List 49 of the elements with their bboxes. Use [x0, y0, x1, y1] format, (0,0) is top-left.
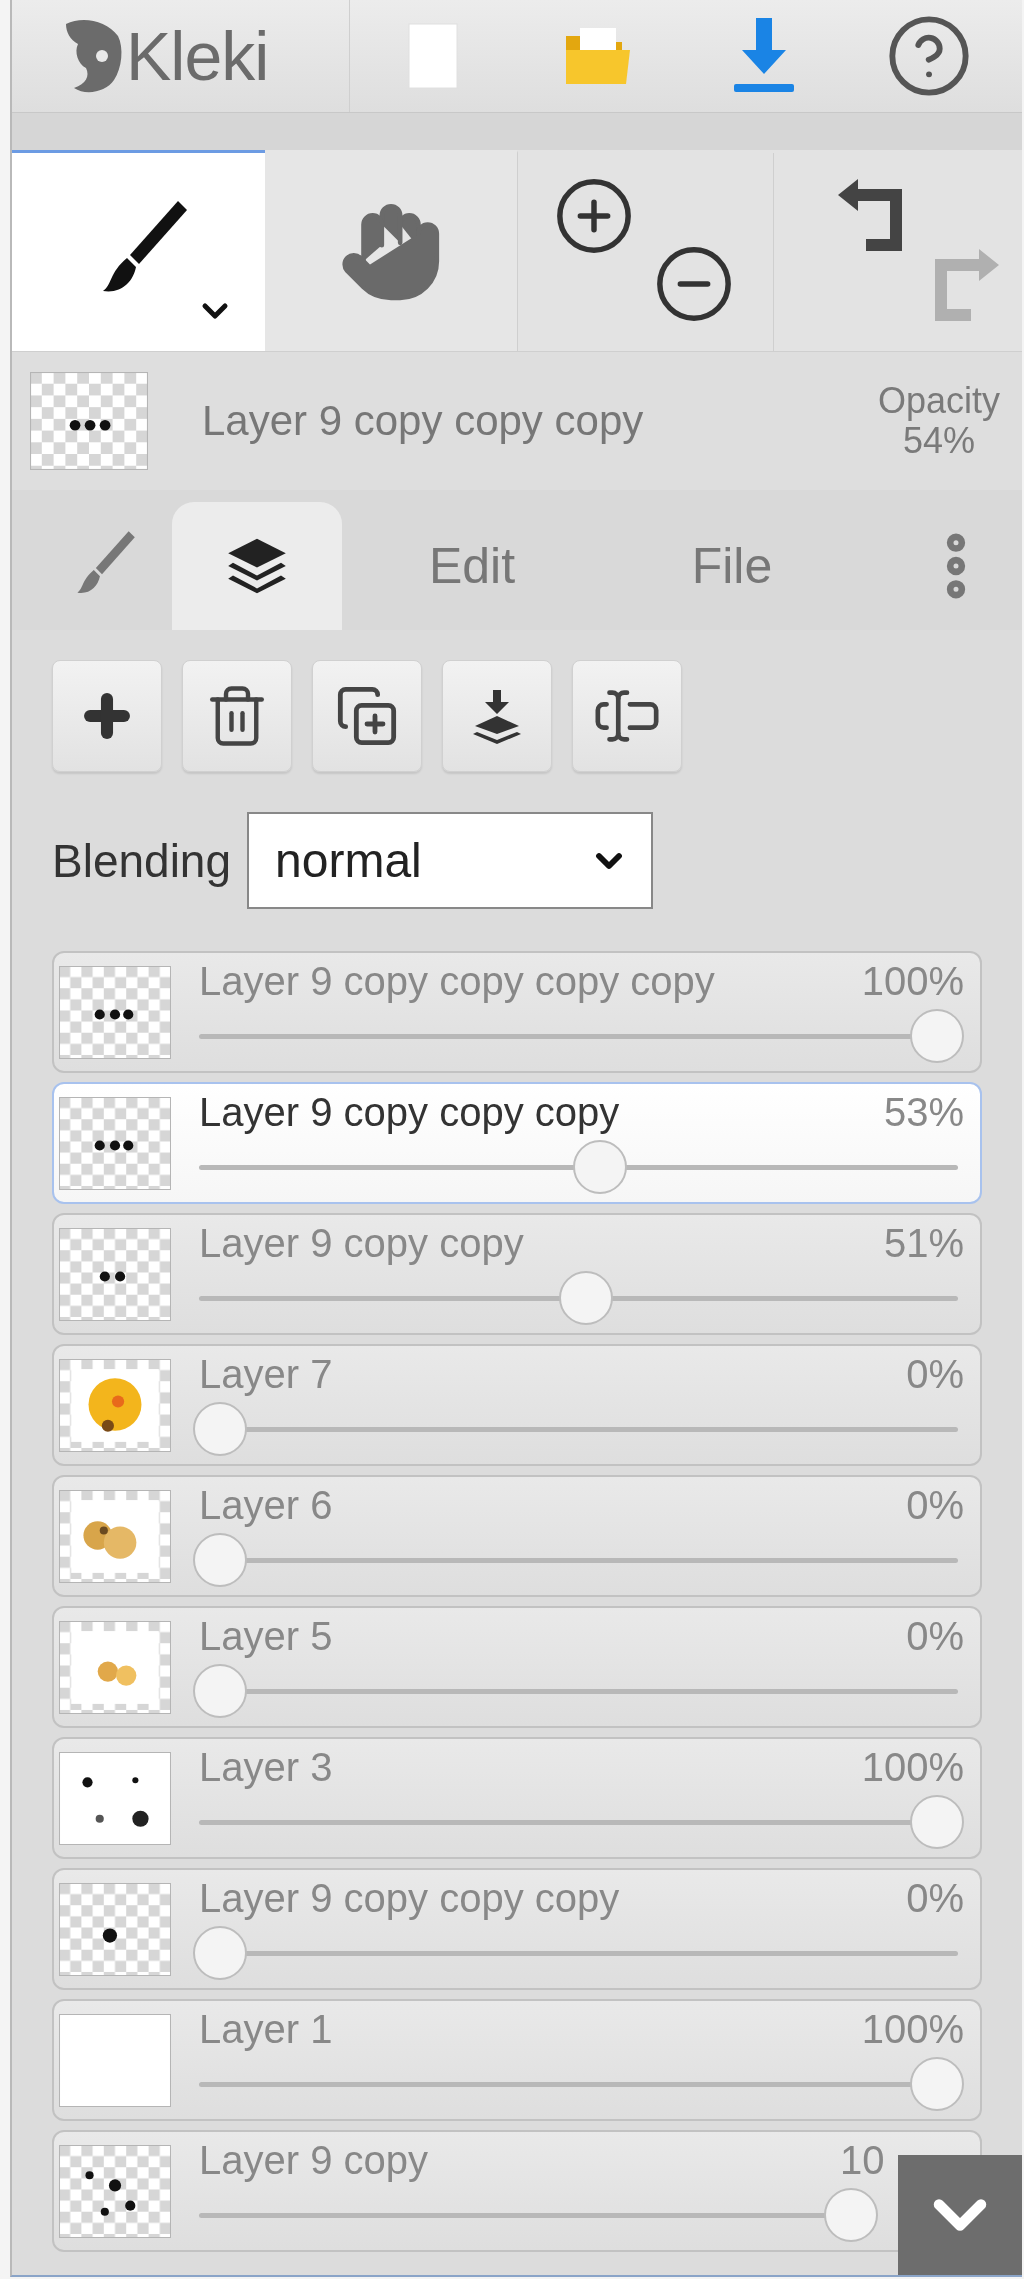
merge-down-button[interactable] [442, 660, 552, 772]
layer-name: Layer 9 copy copy copy copy [199, 959, 715, 1004]
layer-row[interactable]: Layer 5 0% [52, 1606, 982, 1728]
blending-select[interactable]: normal [247, 812, 654, 909]
layer-opacity: 51% [883, 1221, 964, 1266]
layer-opacity: 53% [883, 1090, 964, 1135]
layer-opacity: 100% [861, 1745, 964, 1790]
layer-row[interactable]: Layer 9 copy copy 51% [52, 1213, 982, 1335]
layer-row[interactable]: Layer 9 copy copy copy copy 100% [52, 951, 982, 1073]
duplicate-icon [335, 684, 399, 748]
layer-opacity: 0% [906, 1483, 964, 1528]
layer-row[interactable]: Layer 9 copy copy copy 53% [52, 1082, 982, 1204]
layer-row[interactable]: Layer 9 copy 10 [52, 2130, 982, 2252]
blending-label: Blending [52, 833, 232, 888]
rename-layer-button[interactable] [572, 660, 682, 772]
page-icon [407, 23, 458, 89]
layer-name: Layer 9 copy copy copy [202, 397, 645, 445]
brush-tool[interactable] [12, 150, 265, 351]
app-logo: Kleki [126, 17, 269, 95]
layer-name: Layer 1 [199, 2007, 333, 2052]
layer-opacity: 100% [861, 959, 964, 1004]
layer-row[interactable]: Layer 6 0% [52, 1475, 982, 1597]
layer-row[interactable]: Layer 1 100% [52, 1999, 982, 2121]
layer-opacity: 0% [906, 1876, 964, 1921]
menu-tab[interactable]: Edit [342, 502, 602, 630]
layer-name: Layer 9 copy copy copy [199, 1090, 620, 1135]
opacity-label: Opacity [877, 381, 1000, 421]
layer-row[interactable]: Layer 7 0% [52, 1344, 982, 1466]
layer-name: Layer 5 [199, 1614, 333, 1659]
layer-name: Layer 3 [199, 1745, 333, 1790]
layers-tab[interactable] [172, 502, 342, 630]
layer-opacity: 0% [906, 1614, 964, 1659]
layer-opacity: 10 [840, 2138, 886, 2183]
opacity-value: 54% [902, 421, 975, 461]
layer-name: Layer 9 copy copy copy [199, 1876, 620, 1921]
layer-opacity: 0% [906, 1352, 964, 1397]
layer-row[interactable]: Layer 9 copy copy copy 0% [52, 1868, 982, 1990]
layer-opacity: 100% [861, 2007, 964, 2052]
add-layer-button[interactable] [52, 660, 162, 772]
menu-tab[interactable]: File [602, 502, 862, 630]
delete-layer-button[interactable] [182, 660, 292, 772]
layer-name: Layer 9 copy [199, 2138, 429, 2183]
layer-row[interactable]: Layer 3 100% [52, 1737, 982, 1859]
scroll-down-button[interactable] [898, 2155, 1022, 2275]
layer-name: Layer 9 copy copy [199, 1221, 524, 1266]
layer-name: Layer 6 [199, 1483, 333, 1528]
duplicate-layer-button[interactable] [312, 660, 422, 772]
merge-down-icon [471, 688, 523, 744]
layer-name: Layer 7 [199, 1352, 333, 1397]
